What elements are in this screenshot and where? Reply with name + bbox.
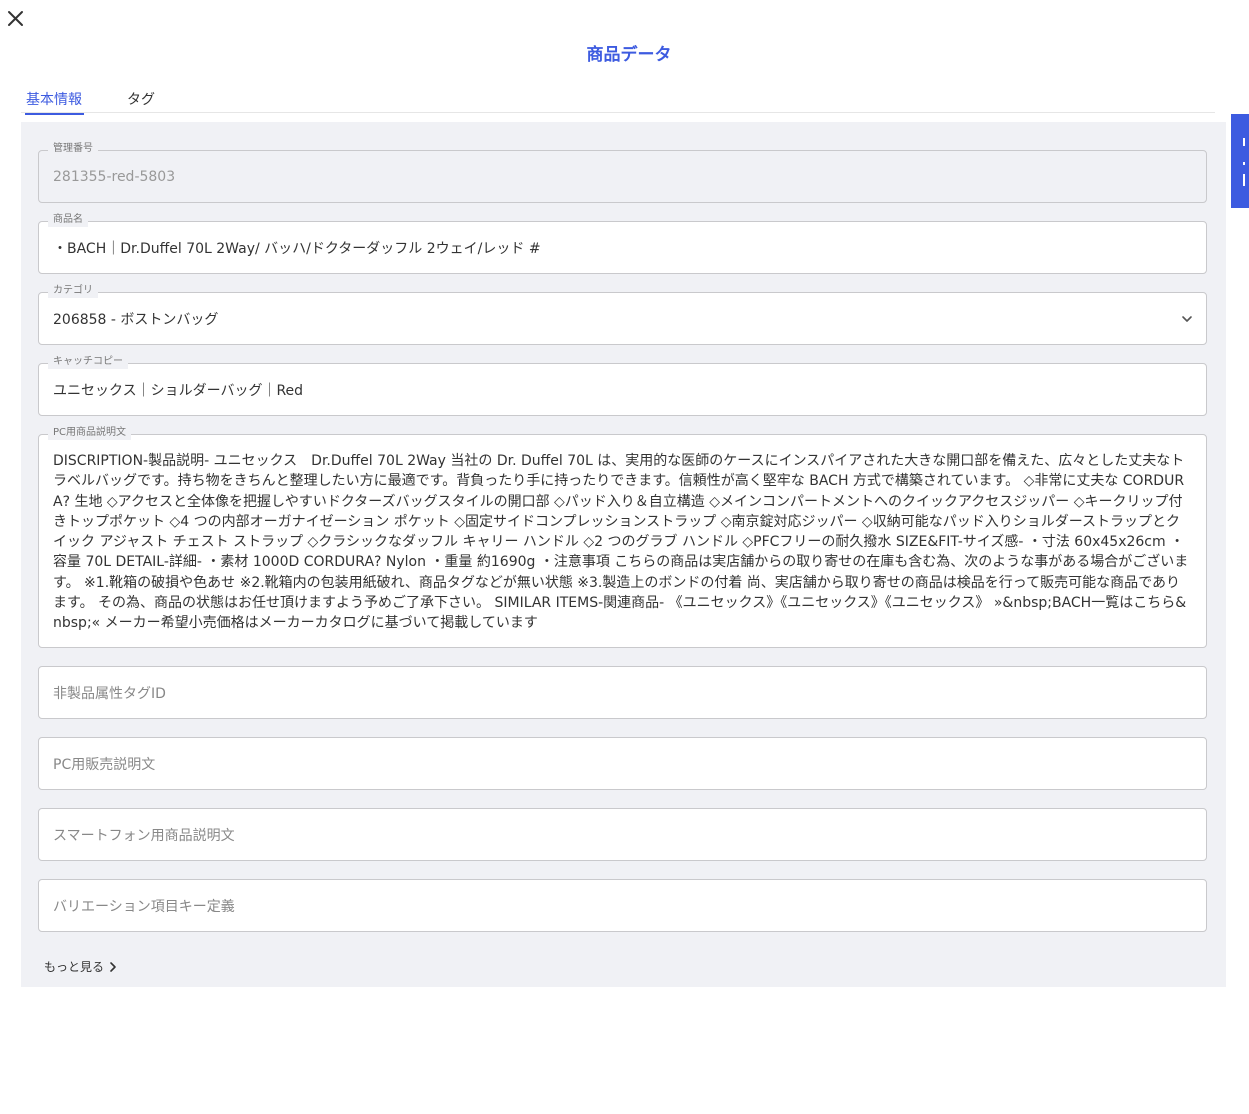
field-placeholder: バリエーション項目キー定義 bbox=[53, 898, 235, 915]
smartphone-description-field[interactable]: スマートフォン用商品説明文 bbox=[38, 808, 1207, 861]
variation-key-field[interactable]: バリエーション項目キー定義 bbox=[38, 879, 1207, 932]
dialog-title: 商品データ bbox=[586, 45, 672, 65]
side-panel-tab[interactable] bbox=[1231, 114, 1249, 208]
product-name-value: ・BACH｜Dr.Duffel 70L 2Way/ バッハ/ドクターダッフル 2… bbox=[53, 240, 541, 257]
pc-description-value: DISCRIPTION-製品説明- ユニセックス Dr.Duffel 70L 2… bbox=[53, 453, 1189, 632]
product-name-field[interactable]: 商品名 ・BACH｜Dr.Duffel 70L 2Way/ バッハ/ドクターダッ… bbox=[38, 213, 1207, 274]
field-placeholder: スマートフォン用商品説明文 bbox=[53, 827, 235, 844]
tab-tags[interactable]: タグ bbox=[127, 89, 155, 112]
tab-basic-info[interactable]: 基本情報 bbox=[25, 89, 84, 115]
form-panel: 管理番号 281355-red-5803 商品名 ・BACH｜Dr.Duffel… bbox=[21, 122, 1226, 987]
field-placeholder: 非製品属性タグID bbox=[53, 685, 166, 702]
field-placeholder: PC用販売説明文 bbox=[53, 756, 156, 773]
field-label: 管理番号 bbox=[48, 142, 98, 156]
category-select[interactable]: カテゴリ 206858 - ボストンバッグ bbox=[38, 284, 1207, 345]
category-value: 206858 - ボストンバッグ bbox=[53, 311, 219, 328]
show-more-label: もっと見る bbox=[44, 960, 105, 974]
management-number-field: 管理番号 281355-red-5803 bbox=[38, 142, 1207, 203]
pc-description-textarea[interactable]: PC用商品説明文 DISCRIPTION-製品説明- ユニセックス Dr.Duf… bbox=[38, 426, 1207, 648]
catch-copy-field[interactable]: キャッチコピー ユニセックス｜ショルダーバッグ｜Red bbox=[38, 355, 1207, 416]
field-label: 商品名 bbox=[48, 213, 88, 227]
product-data-dialog: 商品データ 基本情報 タグ 管理番号 281355-red-5803 商品名 ・… bbox=[0, 0, 1249, 1114]
non-product-tag-id-field[interactable]: 非製品属性タグID bbox=[38, 666, 1207, 719]
chevron-right-icon bbox=[110, 961, 116, 972]
side-tab-mark bbox=[1243, 174, 1245, 186]
pc-sales-description-field[interactable]: PC用販売説明文 bbox=[38, 737, 1207, 790]
tab-bar: 基本情報 タグ bbox=[21, 84, 1215, 115]
field-label: PC用商品説明文 bbox=[48, 426, 132, 440]
side-tab-mark bbox=[1243, 162, 1245, 165]
management-number-value: 281355-red-5803 bbox=[53, 168, 176, 185]
show-more-link[interactable]: もっと見る bbox=[44, 958, 118, 975]
catch-copy-value: ユニセックス｜ショルダーバッグ｜Red bbox=[53, 382, 304, 399]
chevron-down-icon[interactable] bbox=[1180, 312, 1194, 326]
side-tab-mark bbox=[1243, 138, 1245, 146]
field-label: キャッチコピー bbox=[48, 355, 128, 369]
close-icon[interactable] bbox=[5, 8, 27, 30]
field-label: カテゴリ bbox=[48, 284, 98, 298]
